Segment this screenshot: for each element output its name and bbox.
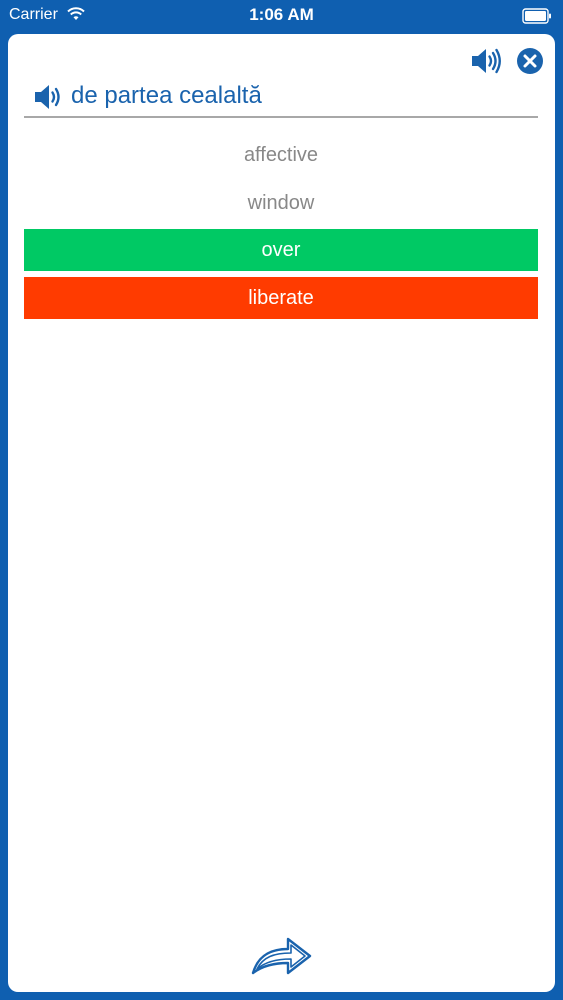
speaker-icon[interactable] [33,83,65,111]
answer-option[interactable]: window [24,182,538,224]
question-text: de partea cealaltă [71,82,262,109]
forward-arrow-icon[interactable] [248,932,314,978]
status-bar: Carrier 1:06 AM [0,0,563,32]
clock: 1:06 AM [249,5,314,24]
battery-icon [522,8,551,24]
answer-options: affective window over liberate [24,134,538,325]
answer-option-wrong[interactable]: liberate [24,277,538,320]
speaker-icon[interactable] [470,47,502,75]
question-row: de partea cealaltă [24,82,538,118]
answer-option[interactable]: affective [24,134,538,176]
quiz-card: de partea cealaltă affective window over… [8,34,555,992]
answer-option-correct[interactable]: over [24,229,538,272]
close-icon[interactable] [516,47,544,75]
